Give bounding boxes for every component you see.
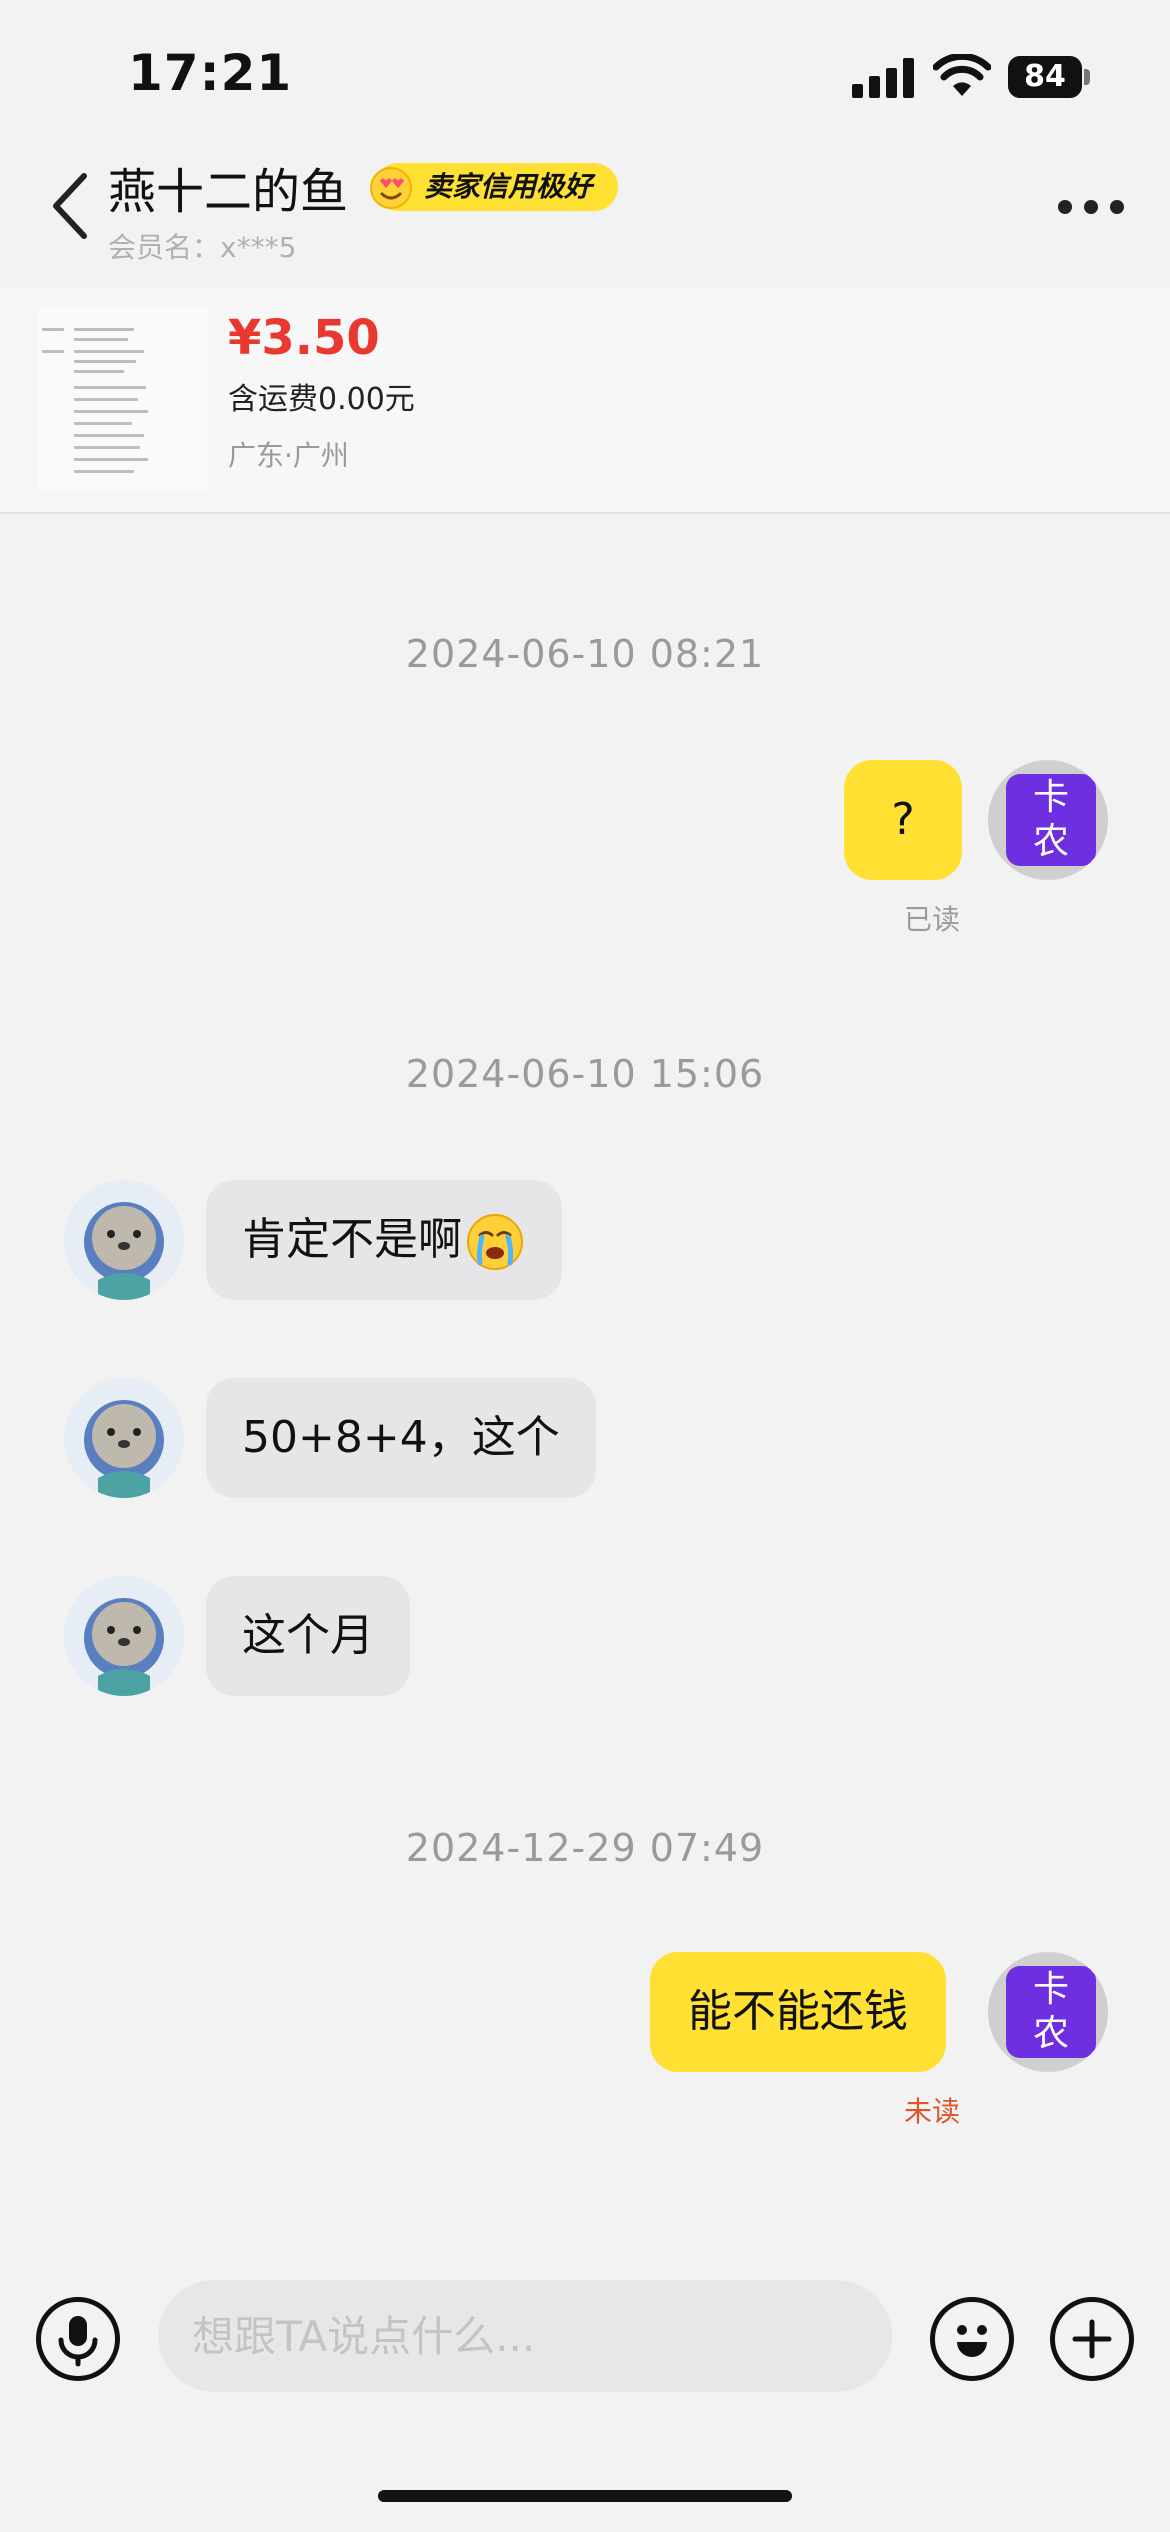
message-bubble-them[interactable]: 肯定不是啊 [206, 1180, 562, 1300]
product-shipping: 含运费0.00元 [228, 382, 415, 417]
emoji-button[interactable] [930, 2297, 1014, 2381]
chat-screen: 17:21 84 燕十二的鱼 卖家信用极好 会员名：x***5 ¥3.50 含运… [0, 0, 1170, 2532]
status-bar: 17:21 84 [0, 0, 1170, 150]
member-label: 会员名： [108, 231, 221, 264]
read-status: 已读 [904, 903, 961, 936]
battery-level: 84 [1008, 56, 1082, 98]
battery-icon: 84 [1008, 56, 1090, 98]
my-avatar[interactable]: 卡农 [988, 1952, 1108, 2072]
avatar-char: 农 [1032, 2013, 1069, 2054]
avatar-char: 卡 [1032, 777, 1069, 818]
unread-status: 未读 [904, 2095, 961, 2128]
seal-avatar-icon[interactable] [64, 1576, 184, 1696]
avatar-char: 卡 [1032, 1969, 1069, 2010]
product-price: ¥3.50 [228, 310, 380, 366]
seal-avatar-icon[interactable] [64, 1378, 184, 1498]
message-text: 肯定不是啊 [242, 1214, 462, 1265]
message-bubble-me[interactable]: ? [844, 760, 962, 880]
avatar-char: 农 [1032, 821, 1069, 862]
chat-timestamp: 2024-12-29 07:49 [405, 1826, 765, 1870]
wifi-icon [933, 54, 991, 96]
chat-timestamp: 2024-06-10 08:21 [405, 632, 765, 676]
my-avatar[interactable]: 卡农 [988, 760, 1108, 880]
crying-emoji-icon [467, 1214, 523, 1270]
product-thumbnail [38, 306, 208, 490]
mic-button[interactable] [36, 2297, 120, 2381]
back-icon[interactable] [50, 172, 90, 240]
plus-button[interactable] [1050, 2297, 1134, 2381]
mic-icon [58, 2316, 98, 2367]
plus-icon [1072, 2319, 1112, 2359]
member-id: x***5 [220, 231, 297, 264]
message-bubble-me[interactable]: 能不能还钱 [650, 1952, 946, 2072]
status-time: 17:21 [128, 44, 293, 102]
product-location: 广东·广州 [228, 439, 349, 472]
seller-name[interactable]: 燕十二的鱼 [108, 152, 348, 222]
emoji-icon [957, 2325, 987, 2357]
chat-timestamp: 2024-06-10 15:06 [405, 1052, 765, 1096]
more-icon[interactable] [1058, 200, 1124, 214]
heart-eyes-icon [370, 167, 412, 209]
message-bubble-them[interactable]: 50+8+4，这个 [206, 1378, 596, 1498]
credit-badge-label: 卖家信用极好 [424, 170, 593, 203]
message-input[interactable] [158, 2280, 892, 2392]
message-bubble-them[interactable]: 这个月 [206, 1576, 410, 1696]
credit-badge: 卖家信用极好 [370, 163, 619, 211]
home-indicator [378, 2490, 792, 2502]
seal-avatar-icon[interactable] [64, 1180, 184, 1300]
member-line: 会员名：x***5 [108, 226, 296, 266]
signal-icon [852, 58, 914, 98]
product-card[interactable]: ¥3.50 含运费0.00元 广东·广州 [0, 288, 1170, 514]
